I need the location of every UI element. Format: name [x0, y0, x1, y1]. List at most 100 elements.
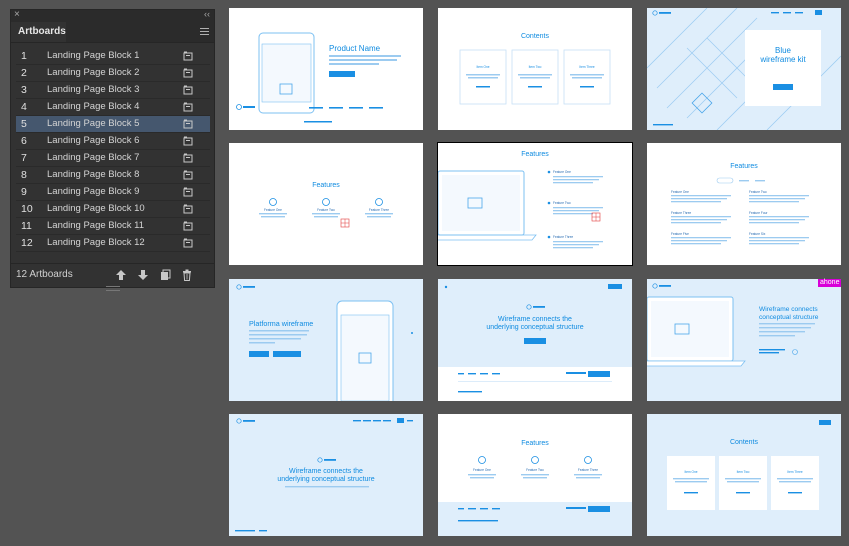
artboard-row-number: 7	[21, 152, 27, 164]
artboard-row[interactable]: 4 Landing Page Block 4	[16, 99, 210, 116]
artboard-row-name[interactable]: Landing Page Block 2	[47, 65, 139, 81]
artboard-12-item-3: Item Three	[787, 470, 803, 474]
artboard-5-item-1: Feature One	[553, 170, 571, 174]
artboard-options-icon[interactable]	[183, 238, 193, 248]
tab-bar-background	[66, 22, 214, 42]
artboard-7-title: Platforma wireframe	[249, 319, 314, 328]
artboard-row-number: 2	[21, 67, 27, 79]
artboard-thumb-8[interactable]: Wireframe connects the underlying concep…	[438, 279, 632, 401]
artboard-4-item-2: Feature Two	[317, 208, 335, 212]
artboard-row-name[interactable]: Landing Page Block 12	[47, 235, 145, 251]
artboard-4-wireframe	[259, 198, 393, 228]
artboard-row[interactable]: 6 Landing Page Block 6	[16, 133, 210, 150]
artboard-thumb-11[interactable]: Features Feature One Feature Two Feature…	[438, 414, 632, 536]
artboard-2-title: Contents	[520, 33, 550, 40]
artboard-row-name[interactable]: Landing Page Block 8	[47, 167, 139, 183]
panel-titlebar: × ‹‹	[11, 9, 214, 22]
hamburger-icon[interactable]	[200, 28, 209, 35]
artboard-8-title-1: Wireframe connects the	[498, 316, 572, 323]
artboard-row[interactable]: 10 Landing Page Block 10	[16, 201, 210, 218]
tab-artboards[interactable]: Artboards	[11, 22, 66, 42]
panel-close-icon[interactable]: ×	[14, 9, 20, 20]
artboard-options-icon[interactable]	[183, 204, 193, 214]
artboard-row[interactable]: 1 Landing Page Block 1	[16, 48, 210, 65]
artboard-options-icon[interactable]	[183, 51, 193, 61]
artboard-row-number: 8	[21, 169, 27, 181]
artboard-row-name[interactable]: Landing Page Block 3	[47, 82, 139, 98]
artboard-6-title: Features	[730, 163, 758, 170]
artboard-3-title-1: Blue	[774, 46, 791, 55]
artboard-options-icon[interactable]	[183, 136, 193, 146]
artboard-5-item-2: Feature Two	[553, 201, 571, 205]
artboard-row-name[interactable]: Landing Page Block 10	[47, 201, 145, 217]
panel-collapse-icon[interactable]: ‹‹	[204, 9, 210, 19]
artboard-row-name[interactable]: Landing Page Block 9	[47, 184, 139, 200]
new-artboard-icon[interactable]	[159, 269, 171, 281]
artboard-2-item-1: Item One	[476, 65, 490, 69]
artboard-thumb-10[interactable]: Wireframe connects the underlying concep…	[229, 414, 423, 536]
artboard-7-wireframe	[236, 284, 413, 401]
arrow-down-icon[interactable]	[137, 269, 149, 281]
artboard-thumb-9[interactable]: Wireframe connects conceptual structure	[647, 279, 841, 401]
artboard-options-icon[interactable]	[183, 68, 193, 78]
artboard-row[interactable]: 9 Landing Page Block 9	[16, 184, 210, 201]
artboard-row-number: 12	[21, 237, 33, 249]
artboard-options-icon[interactable]	[183, 85, 193, 95]
artboard-5-title: Features	[521, 151, 549, 158]
artboard-2-wireframe	[459, 49, 611, 105]
artboard-11-wireframe	[438, 456, 632, 536]
artboard-12-wireframe	[667, 420, 831, 510]
artboard-thumb-7[interactable]: Platforma wireframe	[229, 279, 423, 401]
artboard-9-title-2: conceptual structure	[759, 314, 819, 321]
artboard-row[interactable]: 8 Landing Page Block 8	[16, 167, 210, 184]
artboard-row-name[interactable]: Landing Page Block 6	[47, 133, 139, 149]
artboard-thumb-5[interactable]: Features Feature One Feature Two Feature…	[437, 142, 633, 266]
artboard-options-icon[interactable]	[183, 187, 193, 197]
artboard-row-number: 11	[21, 220, 32, 232]
artboard-2-item-3: Item Three	[579, 65, 595, 69]
artboard-6-item-1: Feature One	[671, 190, 689, 194]
artboard-thumb-6[interactable]: Features Feature One Feature Two Feature…	[647, 143, 841, 265]
artboard-thumb-1[interactable]: Product Name	[229, 8, 423, 130]
artboard-5-item-3: Feature Three	[553, 235, 574, 239]
artboard-3-wireframe	[647, 8, 841, 130]
artboard-8-wireframe	[438, 284, 632, 401]
artboard-9-wireframe	[647, 283, 815, 367]
artboard-row[interactable]: 12 Landing Page Block 12	[16, 235, 210, 252]
artboard-options-icon[interactable]	[183, 102, 193, 112]
artboard-thumb-3[interactable]: Blue wireframe kit	[647, 8, 841, 130]
artboard-row[interactable]: 5 Landing Page Block 5	[16, 116, 210, 133]
artboard-thumb-4[interactable]: Features Feature One Feature Two Feature…	[229, 143, 423, 265]
artboard-thumb-12[interactable]: Contents Item One Item Two Item Three	[647, 414, 841, 536]
artboard-row-number: 5	[21, 118, 27, 130]
artboard-6-item-5: Feature Five	[671, 232, 689, 236]
artboard-row[interactable]: 11 Landing Page Block 11	[16, 218, 210, 235]
artboard-row-name[interactable]: Landing Page Block 7	[47, 150, 139, 166]
artboard-thumb-2[interactable]: Contents Item One Item Two Item Three	[438, 8, 632, 130]
artboard-row-name[interactable]: Landing Page Block 4	[47, 99, 139, 115]
artboard-row[interactable]: 2 Landing Page Block 2	[16, 65, 210, 82]
artboard-options-icon[interactable]	[183, 221, 193, 231]
artboard-6-item-4: Feature Four	[749, 211, 768, 215]
artboard-6-item-6: Feature Six	[749, 232, 766, 236]
artboard-9-title-1: Wireframe connects	[759, 306, 818, 313]
panel-resize-grip[interactable]	[106, 286, 120, 291]
artboard-row-name[interactable]: Landing Page Block 5	[47, 116, 139, 132]
artboard-row[interactable]: 7 Landing Page Block 7	[16, 150, 210, 167]
artboard-row-number: 9	[21, 186, 27, 198]
artboard-row-name[interactable]: Landing Page Block 11	[47, 218, 144, 234]
artboard-10-title-1: Wireframe connects the	[289, 468, 363, 475]
artboard-row-number: 4	[21, 101, 27, 113]
artboard-row-number: 1	[21, 50, 27, 62]
trash-icon[interactable]	[181, 269, 193, 281]
artboard-row-name[interactable]: Landing Page Block 1	[47, 48, 139, 64]
artboard-1-title: Product Name	[329, 44, 381, 53]
artboard-options-icon[interactable]	[183, 170, 193, 180]
artboard-options-icon[interactable]	[183, 153, 193, 163]
arrow-up-icon[interactable]	[115, 269, 127, 281]
artboard-options-icon[interactable]	[183, 119, 193, 129]
artboard-11-item-1: Feature One	[473, 468, 491, 472]
artboard-list: 1 Landing Page Block 1 2 Landing Page Block…	[16, 48, 210, 252]
artboard-row[interactable]: 3 Landing Page Block 3	[16, 82, 210, 99]
artboard-11-item-2: Feature Two	[526, 468, 544, 472]
